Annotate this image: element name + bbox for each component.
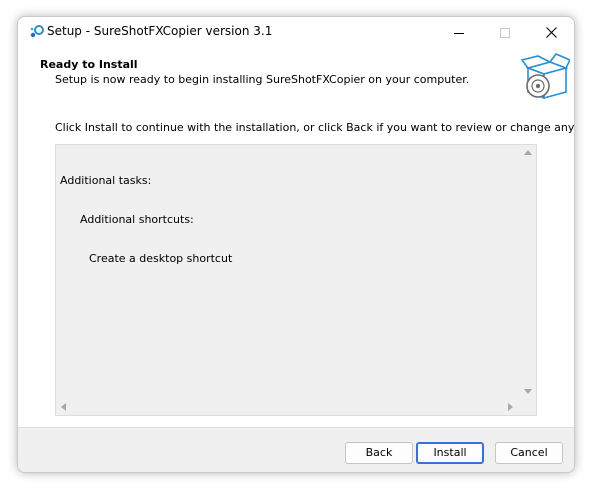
close-icon bbox=[545, 27, 557, 38]
memo-line-tasks: Additional tasks: bbox=[60, 174, 152, 187]
page-subtitle: Setup is now ready to begin installing S… bbox=[55, 73, 470, 86]
maximize-icon bbox=[500, 27, 510, 38]
back-button[interactable]: Back bbox=[345, 442, 413, 464]
memo-line-shortcuts: Additional shortcuts: bbox=[80, 213, 194, 226]
scroll-down-arrow-icon[interactable] bbox=[524, 389, 532, 394]
vertical-scrollbar[interactable] bbox=[519, 145, 536, 399]
close-button[interactable] bbox=[528, 17, 574, 48]
wizard-body: Click Install to continue with the insta… bbox=[18, 106, 574, 427]
minimize-button[interactable] bbox=[436, 17, 482, 48]
title-bar[interactable]: Setup - SureShotFXCopier version 3.1 bbox=[18, 17, 574, 48]
ready-memo[interactable]: Additional tasks: Additional shortcuts: … bbox=[55, 144, 537, 416]
setup-window: Setup - SureShotFXCopier version 3.1 Rea… bbox=[17, 16, 575, 473]
wizard-footer: Back Install Cancel bbox=[18, 427, 574, 472]
page-title: Ready to Install bbox=[40, 58, 138, 71]
scroll-up-arrow-icon[interactable] bbox=[524, 150, 532, 155]
memo-line-desktop-shortcut: Create a desktop shortcut bbox=[89, 252, 233, 265]
app-icon bbox=[30, 25, 44, 38]
maximize-button[interactable] bbox=[482, 17, 528, 48]
cancel-button[interactable]: Cancel bbox=[495, 442, 563, 464]
window-title: Setup - SureShotFXCopier version 3.1 bbox=[47, 24, 273, 38]
minimize-icon bbox=[454, 32, 464, 34]
install-box-icon bbox=[520, 53, 570, 100]
memo-content: Additional tasks: Additional shortcuts: … bbox=[56, 145, 518, 399]
horizontal-scrollbar[interactable] bbox=[56, 398, 518, 415]
scroll-left-arrow-icon[interactable] bbox=[61, 403, 66, 411]
scroll-right-arrow-icon[interactable] bbox=[508, 403, 513, 411]
install-button[interactable]: Install bbox=[416, 442, 484, 464]
wizard-header: Ready to Install Setup is now ready to b… bbox=[18, 48, 574, 106]
instructions-text: Click Install to continue with the insta… bbox=[55, 121, 575, 134]
